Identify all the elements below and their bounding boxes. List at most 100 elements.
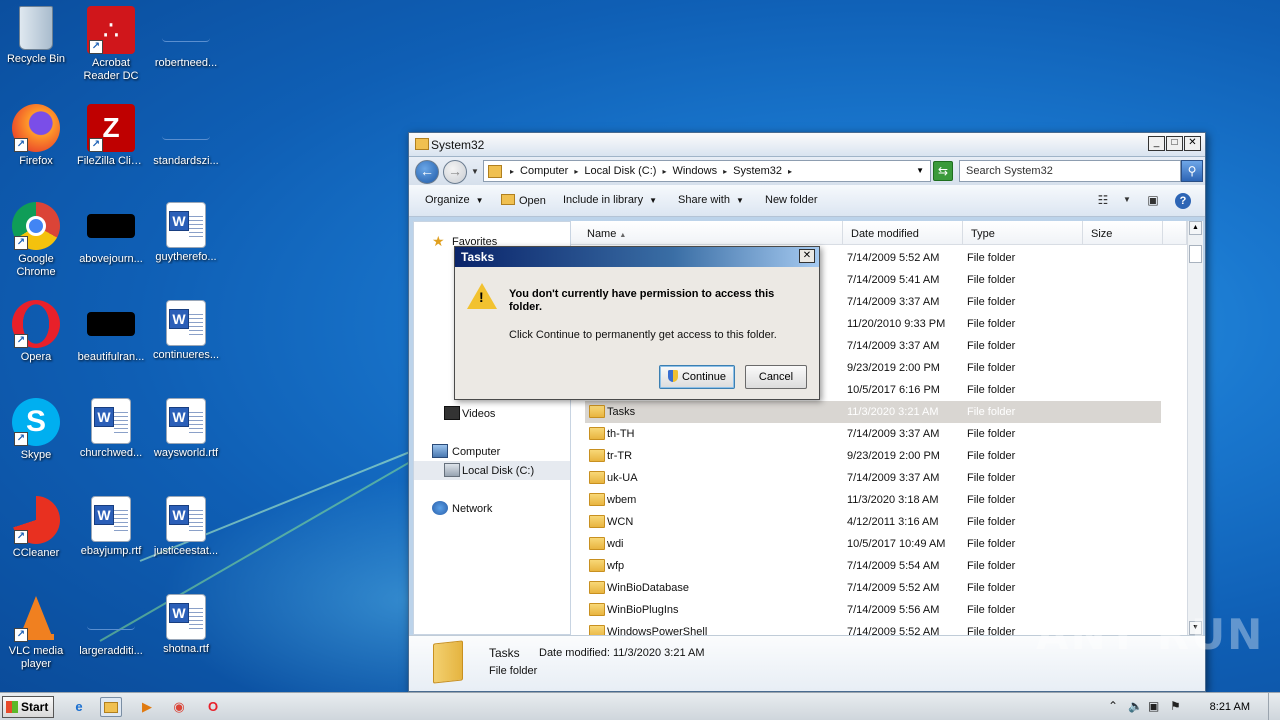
desktop-icon-file[interactable]: robertneed...	[150, 6, 222, 70]
table-row[interactable]: wdi 10/5/2017 10:49 AM File folder	[585, 533, 1161, 555]
desktop-icon-skype[interactable]: S ↗ Skype	[0, 398, 72, 462]
row-date-modified: 7/14/2009 3:37 AM	[847, 296, 940, 308]
explorer-taskbar-button[interactable]	[100, 697, 122, 717]
column-header-name[interactable]: Name ▲	[571, 221, 843, 245]
action-center-flag-icon[interactable]: ⚑	[1170, 699, 1181, 713]
internet-explorer-icon[interactable]: e	[68, 697, 90, 717]
vlc-cone-icon: ↗	[12, 594, 60, 642]
desktop-icon-file[interactable]: standardszi...	[150, 104, 222, 168]
scroll-up-icon[interactable]: ▲	[1189, 221, 1202, 235]
open-button[interactable]: Open	[501, 194, 546, 207]
explorer-window: System32 _ □ ✕ ← → ▼ ▸ Computer ▸ Local …	[408, 132, 1206, 692]
desktop-icon-word-doc[interactable]: continueres...	[150, 300, 222, 362]
back-button[interactable]: ←	[415, 160, 439, 184]
start-button[interactable]: Start	[2, 696, 54, 718]
recent-pages-dropdown-icon[interactable]: ▼	[471, 167, 479, 176]
breadcrumb-windows[interactable]: Windows	[672, 165, 717, 177]
nav-local-disk[interactable]: Local Disk (C:)	[414, 461, 570, 480]
desktop-icon-file[interactable]: abovejourn...	[75, 202, 147, 266]
hard-drive-icon	[444, 463, 460, 477]
nav-computer[interactable]: Computer	[414, 442, 570, 461]
desktop-icon-word-doc[interactable]: guytherefo...	[150, 202, 222, 264]
column-header-size[interactable]: Size	[1083, 221, 1163, 245]
search-icon[interactable]: ⚲	[1181, 160, 1203, 182]
vertical-scrollbar[interactable]: ▲ ▼	[1187, 221, 1203, 635]
show-desktop-button[interactable]	[1268, 693, 1280, 720]
help-icon[interactable]: ?	[1175, 193, 1191, 209]
desktop-icon-filezilla[interactable]: Z ↗ FileZilla Client	[75, 104, 147, 168]
address-dropdown-icon[interactable]: ▼	[916, 166, 924, 175]
row-date-modified: 7/14/2009 3:37 AM	[847, 340, 940, 352]
column-header-date[interactable]: Date modified	[843, 221, 963, 245]
desktop-icon-ccleaner[interactable]: ↗ CCleaner	[0, 496, 72, 560]
row-type: File folder	[967, 538, 1016, 550]
table-row[interactable]: tr-TR 9/23/2019 2:00 PM File folder	[585, 445, 1161, 467]
windows-logo-icon	[6, 701, 18, 713]
scroll-thumb[interactable]	[1189, 245, 1202, 263]
row-name: WinBioPlugIns	[607, 604, 679, 616]
cancel-button[interactable]: Cancel	[745, 365, 807, 389]
desktop-icon-recycle-bin[interactable]: Recycle Bin	[0, 6, 72, 66]
show-hidden-icons-icon[interactable]: ⌃	[1108, 699, 1118, 713]
preview-pane-icon[interactable]: ▣	[1145, 193, 1161, 207]
desktop-icon-word-doc[interactable]: shotna.rtf	[150, 594, 222, 656]
search-input[interactable]: Search System32	[959, 160, 1181, 182]
nav-videos[interactable]: Videos	[414, 404, 570, 423]
share-with-menu[interactable]: Share with ▼	[678, 194, 744, 206]
column-header-type[interactable]: Type	[963, 221, 1083, 245]
word-document-icon	[91, 496, 131, 542]
permission-dialog: Tasks ✕ ! You don't currently have permi…	[454, 246, 820, 400]
system-tray: ⌃ 🔈 ▣ ⚑ 8:21 AM	[1100, 693, 1280, 720]
table-row[interactable]: wbem 11/3/2020 3:18 AM File folder	[585, 489, 1161, 511]
folder-icon	[589, 581, 605, 594]
refresh-button[interactable]: ⇆	[933, 161, 953, 181]
clock[interactable]: 8:21 AM	[1210, 701, 1250, 713]
row-date-modified: 7/14/2009 5:52 AM	[847, 582, 940, 594]
desktop-icon-file[interactable]: largeradditi...	[75, 594, 147, 658]
breadcrumb-computer[interactable]: Computer	[520, 165, 568, 177]
forward-button[interactable]: →	[443, 160, 467, 184]
volume-icon[interactable]: 🔈	[1128, 699, 1143, 713]
desktop-icon-word-doc[interactable]: churchwed...	[75, 398, 147, 460]
desktop-icon-word-doc[interactable]: ebayjump.rtf	[75, 496, 147, 558]
table-row[interactable]: wfp 7/14/2009 5:54 AM File folder	[585, 555, 1161, 577]
table-row[interactable]: WCN 4/12/2011 3:16 AM File folder	[585, 511, 1161, 533]
address-bar[interactable]: ▸ Computer ▸ Local Disk (C:) ▸ Windows ▸…	[483, 160, 931, 182]
desktop-icon-word-doc[interactable]: waysworld.rtf	[150, 398, 222, 460]
dialog-close-button[interactable]: ✕	[799, 249, 815, 263]
warning-icon: !	[467, 283, 497, 309]
window-titlebar[interactable]: System32 _ □ ✕	[409, 133, 1205, 157]
close-button[interactable]: ✕	[1184, 136, 1201, 151]
row-type: File folder	[967, 252, 1016, 264]
desktop-icon-chrome[interactable]: ↗ Google Chrome	[0, 202, 72, 279]
desktop-icon-file[interactable]: beautifulran...	[75, 300, 147, 364]
row-date-modified: 9/23/2019 2:00 PM	[847, 362, 940, 374]
continue-button[interactable]: Continue	[659, 365, 735, 389]
breadcrumb-system32[interactable]: System32	[733, 165, 782, 177]
media-player-icon[interactable]: ▶	[136, 697, 158, 717]
network-icon[interactable]: ▣	[1148, 699, 1159, 713]
table-row[interactable]: Tasks 11/3/2020 3:21 AM File folder	[585, 401, 1161, 423]
view-dropdown-icon[interactable]: ▼	[1119, 193, 1135, 207]
opera-icon[interactable]: O	[202, 697, 224, 717]
desktop-icon-opera[interactable]: ↗ Opera	[0, 300, 72, 364]
desktop-icon-vlc[interactable]: ↗ VLC media player	[0, 594, 72, 671]
desktop-icon-word-doc[interactable]: justiceestat...	[150, 496, 222, 558]
new-folder-button[interactable]: New folder	[765, 194, 818, 206]
table-row[interactable]: WinBioDatabase 7/14/2009 5:52 AM File fold…	[585, 577, 1161, 599]
desktop-icon-firefox[interactable]: ↗ Firefox	[0, 104, 72, 168]
dialog-titlebar[interactable]: Tasks ✕	[455, 247, 819, 267]
view-options-icon[interactable]: ☷	[1095, 193, 1111, 207]
table-row[interactable]: th-TH 7/14/2009 3:37 AM File folder	[585, 423, 1161, 445]
organize-menu[interactable]: Organize ▼	[425, 194, 484, 206]
chrome-icon[interactable]: ◉	[168, 697, 190, 717]
command-bar: Organize ▼ Open Include in library ▼ Share…	[409, 185, 1205, 217]
breadcrumb-local-disk[interactable]: Local Disk (C:)	[584, 165, 656, 177]
nav-network[interactable]: Network	[414, 499, 570, 518]
desktop-icon-acrobat[interactable]: ∴ ↗ Acrobat Reader DC	[75, 6, 147, 83]
include-in-library-menu[interactable]: Include in library ▼	[563, 194, 657, 206]
row-name: tr-TR	[607, 450, 633, 462]
maximize-button[interactable]: □	[1166, 136, 1183, 151]
minimize-button[interactable]: _	[1148, 136, 1165, 151]
table-row[interactable]: uk-UA 7/14/2009 3:37 AM File folder	[585, 467, 1161, 489]
